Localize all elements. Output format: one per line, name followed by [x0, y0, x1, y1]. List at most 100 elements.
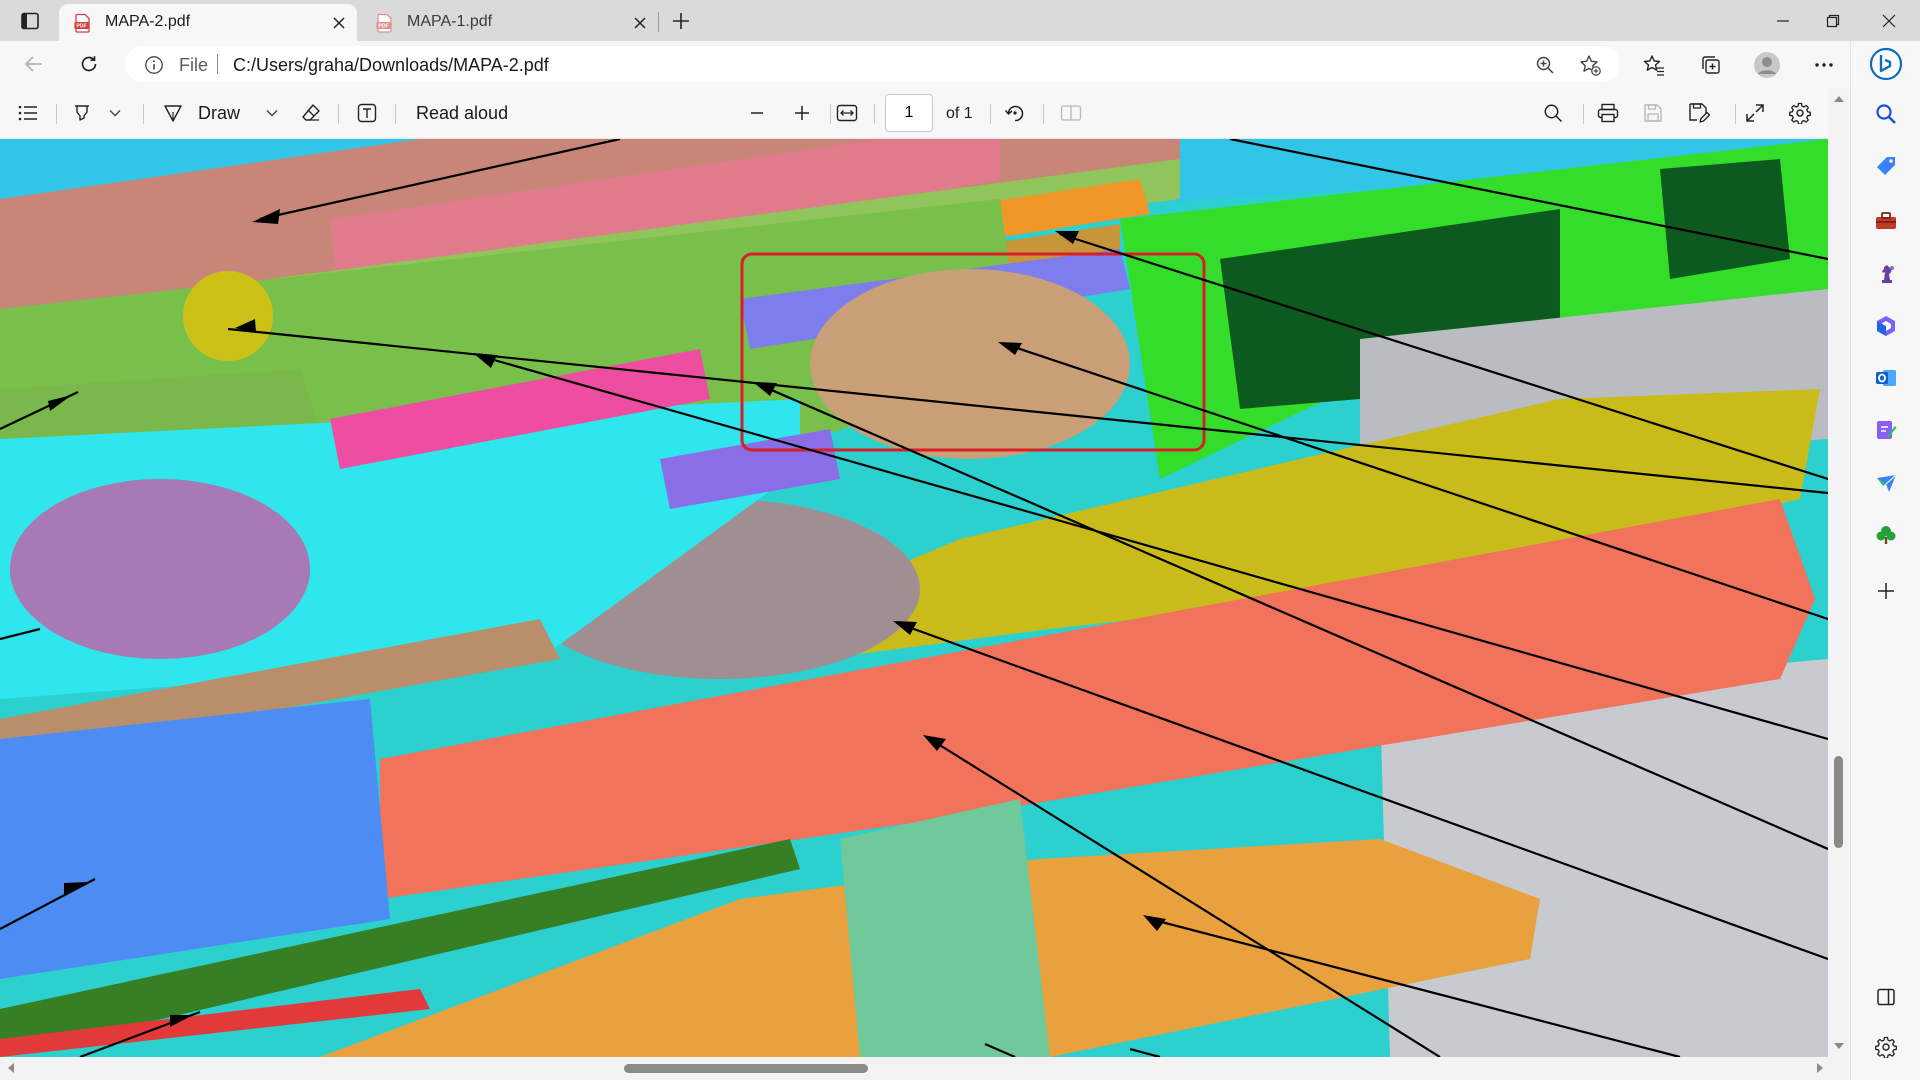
page-total-label: of 1	[946, 105, 973, 122]
profile-avatar-icon	[1754, 52, 1780, 78]
sidebar-outlook-button[interactable]	[1869, 361, 1903, 395]
zoom-in-button[interactable]	[788, 99, 816, 127]
toolbar-divider	[990, 104, 991, 124]
horizontal-scrollbar[interactable]	[0, 1057, 1850, 1080]
scroll-down-icon[interactable]	[1828, 1038, 1850, 1054]
tab-divider	[658, 12, 659, 32]
sidebar-hide-button[interactable]	[1869, 980, 1903, 1014]
edge-sidebar	[1850, 41, 1920, 1080]
minimize-button[interactable]	[1760, 0, 1806, 41]
horizontal-scroll-thumb[interactable]	[624, 1064, 868, 1073]
sidebar-drop-button[interactable]	[1869, 466, 1903, 500]
plus-icon	[795, 106, 809, 120]
tab-mapa-1[interactable]: PDF MAPA-1.pdf	[361, 4, 658, 41]
svg-text:PDF: PDF	[378, 24, 388, 30]
maximize-button[interactable]	[1810, 0, 1856, 41]
sidebar-settings-button[interactable]	[1869, 1030, 1903, 1064]
vertical-scroll-thumb[interactable]	[1834, 756, 1843, 848]
rotate-icon	[1004, 105, 1024, 122]
draw-button[interactable]: Draw	[162, 99, 260, 127]
save-as-button[interactable]	[1685, 99, 1713, 127]
sidebar-games-button[interactable]	[1869, 257, 1903, 291]
address-bar[interactable]: File C:/Users/graha/Downloads/MAPA-2.pdf	[125, 46, 1620, 82]
tab-actions-button[interactable]	[9, 7, 51, 35]
draw-label: Draw	[198, 102, 241, 123]
toolbar-divider	[338, 104, 339, 124]
vertical-scrollbar[interactable]	[1828, 88, 1850, 1057]
info-icon[interactable]	[144, 55, 164, 75]
svg-text:PDF: PDF	[76, 24, 86, 30]
close-tab-button[interactable]	[329, 13, 349, 33]
highlight-button[interactable]	[68, 99, 96, 127]
sidebar-panel-icon	[1877, 988, 1895, 1006]
minimize-icon	[1777, 19, 1789, 22]
collections-button[interactable]	[1694, 48, 1728, 82]
add-text-button[interactable]	[353, 99, 381, 127]
sidebar-tree-button[interactable]	[1869, 518, 1903, 552]
sidebar-designer-button[interactable]	[1869, 413, 1903, 447]
search-icon	[1876, 104, 1896, 124]
sidebar-microsoft365-button[interactable]	[1869, 309, 1903, 343]
favorites-icon	[1643, 55, 1664, 76]
print-button[interactable]	[1594, 99, 1622, 127]
gear-icon	[1789, 102, 1811, 124]
toolbox-icon	[1876, 212, 1896, 229]
rotate-button[interactable]	[1001, 99, 1029, 127]
sidebar-search-button[interactable]	[1869, 97, 1903, 131]
url-text[interactable]: C:/Users/graha/Downloads/MAPA-2.pdf	[233, 55, 549, 76]
two-page-icon	[1060, 105, 1082, 121]
chess-piece-icon	[1882, 265, 1894, 283]
close-icon	[1882, 14, 1896, 27]
pdf-document-view[interactable]	[0, 139, 1828, 1057]
minus-icon	[751, 112, 763, 114]
add-favorite-button[interactable]	[1577, 52, 1603, 78]
erase-button[interactable]	[297, 99, 325, 127]
expand-icon	[1746, 104, 1764, 122]
page-number-input[interactable]	[885, 94, 933, 132]
pen-icon	[164, 105, 182, 122]
scroll-left-icon[interactable]	[3, 1057, 19, 1079]
sidebar-add-button[interactable]	[1869, 574, 1903, 608]
pdf-toolbar: Draw Read aloud of 1	[0, 88, 1850, 139]
maximize-icon	[1826, 14, 1840, 27]
back-button[interactable]	[17, 47, 51, 81]
scheme-label: File	[179, 55, 209, 75]
window-close-button[interactable]	[1866, 0, 1912, 41]
refresh-button[interactable]	[72, 47, 106, 81]
close-icon	[634, 17, 646, 29]
new-tab-button[interactable]	[665, 5, 697, 37]
zoom-out-button[interactable]	[743, 99, 771, 127]
draw-options-button[interactable]	[261, 99, 283, 127]
sidebar-shopping-button[interactable]	[1869, 149, 1903, 183]
plus-icon	[1878, 583, 1894, 599]
scroll-right-icon[interactable]	[1812, 1057, 1828, 1079]
toolbar-divider	[1735, 104, 1736, 124]
toolbar-divider	[56, 104, 57, 124]
tab-mapa-2[interactable]: PDF MAPA-2.pdf	[59, 4, 357, 41]
full-screen-button[interactable]	[1741, 99, 1769, 127]
sidebar-tools-button[interactable]	[1869, 204, 1903, 238]
fit-to-width-button[interactable]	[833, 99, 861, 127]
favorites-button[interactable]	[1637, 48, 1671, 82]
tab-strip: PDF MAPA-2.pdf PDF MAPA-1.pdf	[0, 0, 1920, 41]
find-button[interactable]	[1539, 99, 1567, 127]
tab-title: MAPA-1.pdf	[407, 13, 493, 30]
send-paper-plane-icon	[1877, 474, 1897, 492]
close-tab-button[interactable]	[630, 13, 650, 33]
print-icon	[1597, 103, 1619, 123]
contents-button[interactable]	[14, 99, 42, 127]
zoom-button[interactable]	[1532, 52, 1558, 78]
scroll-up-icon[interactable]	[1828, 91, 1850, 107]
save-button[interactable]	[1639, 99, 1667, 127]
page-view-button[interactable]	[1057, 99, 1085, 127]
chevron-down-icon	[266, 110, 278, 117]
more-button[interactable]	[1807, 48, 1841, 82]
read-aloud-button[interactable]: Read aloud	[416, 99, 512, 127]
navigation-bar: File C:/Users/graha/Downloads/MAPA-2.pdf	[0, 41, 1920, 88]
pdf-settings-button[interactable]	[1786, 99, 1814, 127]
profile-button[interactable]	[1750, 48, 1784, 82]
collections-icon	[1702, 56, 1720, 74]
copilot-button[interactable]	[1869, 47, 1903, 81]
highlight-options-button[interactable]	[104, 99, 126, 127]
save-as-icon	[1689, 103, 1710, 123]
